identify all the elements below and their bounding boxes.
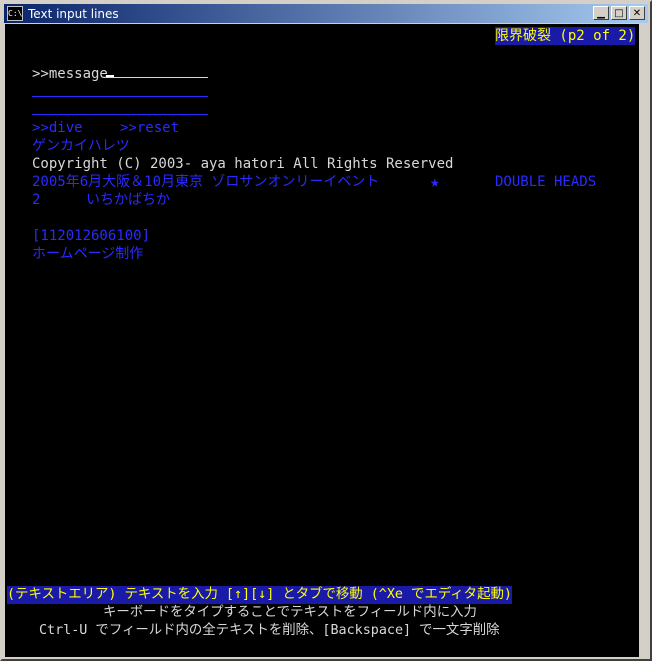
dive-link[interactable]: >>dive — [32, 119, 83, 137]
status-line-primary: (テキストエリア) テキストを入力 [↑][↓] とタブで移動 (^Xe でエデ… — [7, 586, 512, 604]
console-icon[interactable]: C:\ — [7, 6, 23, 21]
message-input-label: >>message — [32, 66, 108, 82]
close-icon: ✕ — [632, 8, 642, 19]
console-area[interactable]: 限界破裂 (p2 of 2) >>message >>dive >>reset … — [5, 24, 639, 657]
close-button[interactable]: ✕ — [629, 6, 645, 20]
page-title: 限界破裂 (p2 of 2) — [495, 27, 636, 45]
maximize-button[interactable]: □ — [611, 6, 627, 20]
text-field-line-3[interactable] — [32, 114, 208, 115]
id-tag-link[interactable]: [112012606100] — [32, 227, 150, 245]
title-bar[interactable]: C:\ Text input lines ▁ □ ✕ — [4, 4, 648, 23]
text-cursor — [106, 75, 114, 77]
status-line-secondary: キーボードをタイプすることでテキストをフィールド内に入力 — [103, 605, 477, 620]
minimize-button[interactable]: ▁ — [593, 6, 609, 20]
kana-title[interactable]: ゲンカイハレツ — [32, 137, 130, 155]
text-field-line-2[interactable] — [32, 96, 208, 97]
event-link[interactable]: 2005年6月大阪＆10月東京 ゾロサンオンリーイベント — [32, 173, 379, 191]
item-number: 2 — [32, 192, 41, 208]
homepage-link[interactable]: ホームページ制作 — [32, 245, 143, 263]
event-name-link[interactable]: DOUBLE HEADS — [495, 173, 596, 191]
maximize-icon: □ — [614, 8, 624, 19]
author-link[interactable]: いちかばちか — [86, 191, 170, 209]
star-icon: ★ — [430, 172, 440, 191]
scrollbar[interactable] — [639, 24, 648, 657]
minimize-icon: ▁ — [597, 8, 605, 19]
console-window: C:\ Text input lines ▁ □ ✕ 限界破裂 (p2 of 2… — [0, 0, 652, 661]
status-line-tertiary: Ctrl-U でフィールド内の全テキストを削除、[Backspace] で一文字… — [39, 623, 500, 638]
reset-link[interactable]: >>reset — [120, 119, 179, 137]
message-input[interactable] — [106, 77, 208, 78]
copyright-text: Copyright (C) 2003- aya hatori All Right… — [32, 156, 454, 172]
window-title: Text input lines — [28, 6, 119, 21]
